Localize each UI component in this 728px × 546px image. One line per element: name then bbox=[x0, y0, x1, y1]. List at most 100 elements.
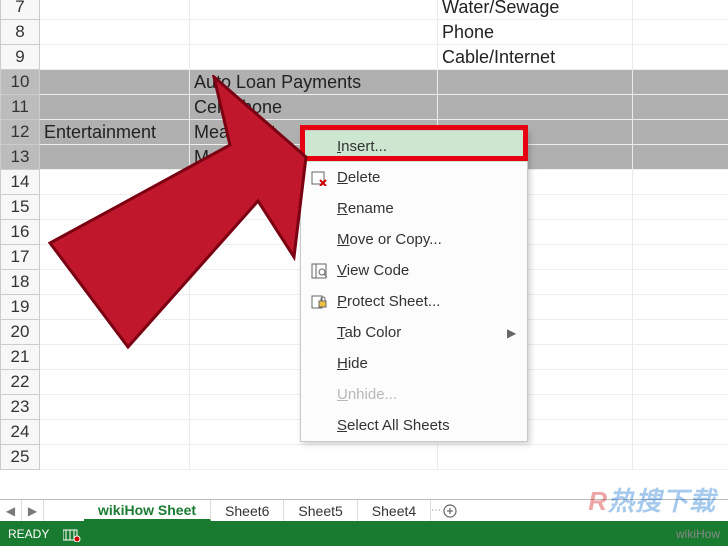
cell[interactable] bbox=[633, 0, 728, 20]
row-header[interactable]: 17 bbox=[0, 245, 40, 270]
cell[interactable] bbox=[40, 345, 190, 370]
cell[interactable]: Auto Loan Payments bbox=[190, 70, 438, 95]
status-ready: READY bbox=[8, 527, 49, 541]
row-header[interactable]: 23 bbox=[0, 395, 40, 420]
cell[interactable] bbox=[633, 420, 728, 445]
row-header[interactable]: 14 bbox=[0, 170, 40, 195]
sheet-tab[interactable]: Sheet5 bbox=[284, 500, 357, 521]
sheet-tab[interactable]: Sheet4 bbox=[358, 500, 431, 521]
cell[interactable] bbox=[633, 245, 728, 270]
watermark-overlay: R热搜下载 bbox=[588, 481, 716, 518]
cell[interactable] bbox=[633, 295, 728, 320]
row-header[interactable]: 21 bbox=[0, 345, 40, 370]
row-header[interactable]: 7 bbox=[0, 0, 40, 20]
cell[interactable] bbox=[190, 45, 438, 70]
new-sheet-button[interactable] bbox=[437, 500, 463, 521]
cell[interactable] bbox=[40, 395, 190, 420]
menu-protect-sheet[interactable]: Protect Sheet... bbox=[301, 286, 527, 317]
cell[interactable] bbox=[40, 220, 190, 245]
cell[interactable] bbox=[633, 345, 728, 370]
cell[interactable] bbox=[633, 170, 728, 195]
menu-rename[interactable]: Rename bbox=[301, 193, 527, 224]
cell[interactable] bbox=[633, 220, 728, 245]
protect-sheet-icon bbox=[301, 294, 337, 310]
cell[interactable] bbox=[40, 320, 190, 345]
cell[interactable] bbox=[633, 45, 728, 70]
tab-scroll-right[interactable]: ▶ bbox=[22, 500, 44, 521]
delete-icon bbox=[301, 170, 337, 186]
row-header[interactable]: 19 bbox=[0, 295, 40, 320]
cell[interactable] bbox=[40, 0, 190, 20]
cell[interactable] bbox=[190, 445, 438, 470]
cell[interactable] bbox=[633, 195, 728, 220]
cell[interactable] bbox=[633, 20, 728, 45]
row-header[interactable]: 16 bbox=[0, 220, 40, 245]
row-header[interactable]: 11 bbox=[0, 95, 40, 120]
cell[interactable]: Cable/Internet bbox=[438, 45, 633, 70]
cell[interactable] bbox=[40, 420, 190, 445]
cell[interactable] bbox=[633, 445, 728, 470]
menu-protect-label: Protect Sheet... bbox=[337, 293, 527, 310]
cell[interactable]: Cell Phone bbox=[190, 95, 438, 120]
menu-insert[interactable]: Insert... bbox=[301, 131, 527, 162]
sheet-tab[interactable]: Sheet6 bbox=[211, 500, 284, 521]
menu-hide[interactable]: Hide bbox=[301, 348, 527, 379]
menu-hide-label: Hide bbox=[337, 355, 527, 372]
cell[interactable] bbox=[633, 320, 728, 345]
cell[interactable] bbox=[633, 395, 728, 420]
cell[interactable] bbox=[633, 370, 728, 395]
row-header[interactable]: 10 bbox=[0, 70, 40, 95]
cell[interactable]: Entertainment bbox=[40, 120, 190, 145]
cell[interactable] bbox=[633, 95, 728, 120]
cell[interactable] bbox=[40, 445, 190, 470]
cell[interactable] bbox=[40, 295, 190, 320]
menu-view-code[interactable]: View Code bbox=[301, 255, 527, 286]
view-code-icon bbox=[301, 263, 337, 279]
cell[interactable] bbox=[438, 95, 633, 120]
row-header[interactable]: 13 bbox=[0, 145, 40, 170]
cell[interactable] bbox=[438, 445, 633, 470]
menu-delete[interactable]: Delete bbox=[301, 162, 527, 193]
cell[interactable] bbox=[190, 0, 438, 20]
cell[interactable] bbox=[40, 45, 190, 70]
cell[interactable] bbox=[40, 70, 190, 95]
menu-tab-color[interactable]: Tab Color ▶ bbox=[301, 317, 527, 348]
row-header[interactable]: 9 bbox=[0, 45, 40, 70]
cell[interactable] bbox=[40, 270, 190, 295]
menu-select-all-sheets[interactable]: Select All Sheets bbox=[301, 410, 527, 441]
submenu-arrow-icon: ▶ bbox=[507, 326, 527, 340]
menu-insert-label: Insert... bbox=[337, 138, 527, 155]
cell[interactable]: Water/Sewage bbox=[438, 0, 633, 20]
menu-move-label: Move or Copy... bbox=[337, 231, 527, 248]
row-header[interactable]: 24 bbox=[0, 420, 40, 445]
cell[interactable] bbox=[40, 245, 190, 270]
cell[interactable] bbox=[40, 170, 190, 195]
macro-record-icon[interactable] bbox=[63, 528, 79, 540]
cell[interactable] bbox=[438, 70, 633, 95]
row-header[interactable]: 15 bbox=[0, 195, 40, 220]
cell[interactable] bbox=[190, 20, 438, 45]
cell[interactable] bbox=[633, 270, 728, 295]
menu-selectall-label: Select All Sheets bbox=[337, 417, 527, 434]
watermark: wikiHow bbox=[676, 527, 720, 541]
row-header[interactable]: 8 bbox=[0, 20, 40, 45]
cell[interactable]: Phone bbox=[438, 20, 633, 45]
row-header[interactable]: 20 bbox=[0, 320, 40, 345]
menu-move-or-copy[interactable]: Move or Copy... bbox=[301, 224, 527, 255]
cell[interactable] bbox=[40, 145, 190, 170]
cell[interactable] bbox=[40, 95, 190, 120]
row-header[interactable]: 12 bbox=[0, 120, 40, 145]
cell[interactable] bbox=[40, 20, 190, 45]
menu-unhide: Unhide... bbox=[301, 379, 527, 410]
row-header[interactable]: 22 bbox=[0, 370, 40, 395]
cell[interactable] bbox=[40, 195, 190, 220]
row-header[interactable]: 25 bbox=[0, 445, 40, 470]
sheet-tab-active[interactable]: wikiHow Sheet bbox=[84, 500, 211, 521]
cell[interactable] bbox=[633, 120, 728, 145]
cell[interactable] bbox=[40, 370, 190, 395]
status-bar: READY bbox=[0, 521, 728, 546]
row-header[interactable]: 18 bbox=[0, 270, 40, 295]
cell[interactable] bbox=[633, 70, 728, 95]
cell[interactable] bbox=[633, 145, 728, 170]
tab-scroll-left[interactable]: ◀ bbox=[0, 500, 22, 521]
